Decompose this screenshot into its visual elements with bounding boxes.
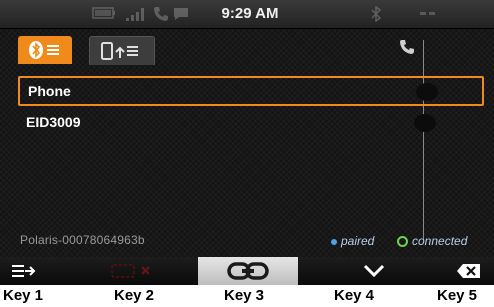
battery-level-icon [420, 12, 435, 15]
call-status-icon [154, 7, 168, 21]
softkey-4-button[interactable] [310, 257, 420, 285]
bluetooth-status-icon [371, 6, 382, 22]
device-list-item[interactable]: Phone [18, 76, 484, 106]
backspace-icon [457, 264, 480, 278]
clock: 9:29 AM [221, 5, 279, 22]
connection-status-indicator [416, 83, 438, 101]
device-list-item[interactable]: EID3009 [18, 109, 484, 139]
softkey-2-button[interactable] [98, 257, 190, 285]
signal-strength-icon [126, 8, 144, 21]
key-2-label: Key 2 [114, 287, 155, 304]
legend-connected-label: connected [412, 234, 468, 248]
tab-phone-contacts-transfer[interactable] [89, 36, 155, 65]
chevron-down-icon [363, 264, 385, 278]
connected-ring-icon [397, 236, 408, 248]
message-icon [174, 8, 188, 20]
key-4-label: Key 4 [334, 287, 375, 304]
connection-status-indicator [414, 114, 436, 132]
tab-bluetooth-devices[interactable] [18, 36, 72, 64]
device-name-label: Phone [28, 83, 71, 99]
softkey-1-button[interactable] [0, 257, 90, 285]
key-3-label: Key 3 [224, 287, 265, 304]
status-bar: 9:29 AM [0, 0, 494, 29]
legend-paired-label: paired [341, 234, 375, 248]
legend-paired: paired [331, 234, 374, 248]
paired-dot-icon [331, 238, 337, 245]
phone-transfer-icon [101, 42, 138, 60]
column-divider [423, 40, 424, 240]
legend-connected: connected [397, 234, 467, 248]
link-icon [227, 262, 269, 280]
key-1-label: Key 1 [3, 287, 44, 304]
infotainment-screen: 9:29 AM Phone EID3009 Polaris-0007806496… [0, 0, 494, 285]
battery-icon [92, 7, 115, 19]
list-arrow-icon [12, 265, 36, 277]
device-name-label: EID3009 [26, 114, 81, 130]
key-5-label: Key 5 [437, 287, 478, 304]
softkey-bar [0, 257, 494, 285]
softkey-5-button[interactable] [430, 257, 494, 285]
local-device-name: Polaris-00078064963b [20, 233, 145, 247]
disconnect-icon [111, 264, 150, 278]
softkey-3-button[interactable] [198, 257, 298, 285]
bluetooth-list-icon [29, 41, 59, 59]
phone-column-icon [400, 40, 414, 54]
